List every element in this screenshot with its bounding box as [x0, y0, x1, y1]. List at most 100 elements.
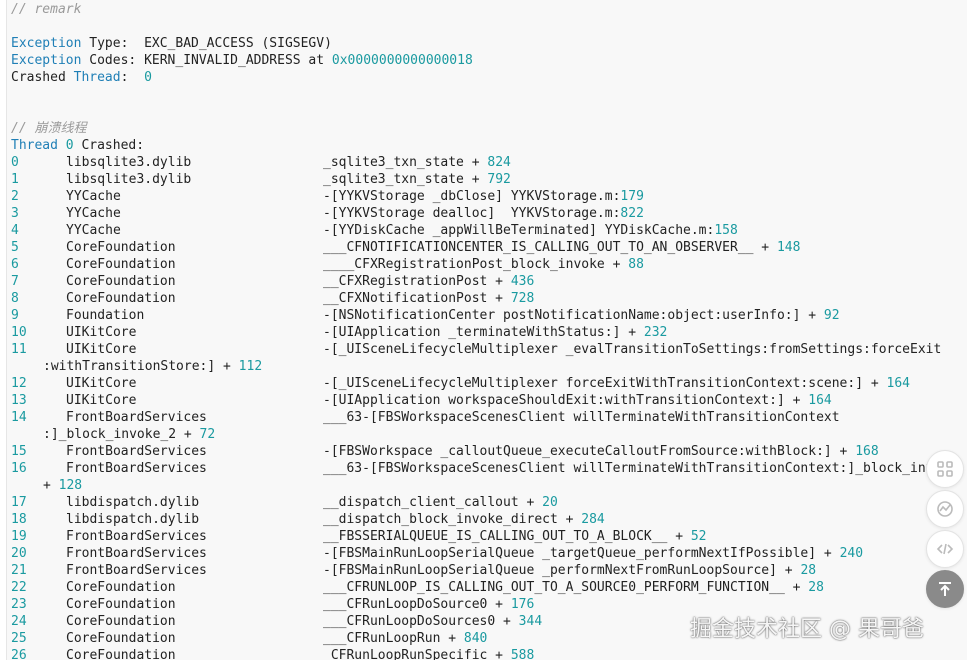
frame-offset: 840	[463, 631, 488, 646]
frame-symbol: -[FBSWorkspace _calloutQueue_executeCall…	[323, 443, 879, 460]
stack-frame-row: 19 FrontBoardServices __FBSSERIALQUEUE_IS_…	[7, 528, 967, 545]
frame-library: FrontBoardServices	[66, 529, 207, 544]
frame-library: libsqlite3.dylib	[66, 155, 192, 170]
frame-symbol-text: __CFXNotificationPost +	[323, 291, 511, 306]
frame-symbol: ___CFRunLoopDoSources0 + 344	[323, 613, 542, 630]
frame-index: 26	[11, 648, 27, 660]
frame-symbol: ___63-[FBSWorkspaceScenesClient willTerm…	[323, 460, 933, 477]
frame-index: 4	[11, 223, 19, 238]
frame-offset: 28	[808, 580, 824, 595]
frame-offset: 20	[542, 495, 558, 510]
frame-index: 7	[11, 274, 19, 289]
frame-library: CoreFoundation	[66, 631, 176, 646]
frame-offset: 822	[620, 206, 644, 221]
frame-symbol-text: -[FBSMainRunLoopSerialQueue _targetQueue…	[323, 546, 840, 561]
frame-index: 6	[11, 257, 19, 272]
stack-frame-row: 9 Foundation -[NSNotificationCenter postNo…	[7, 307, 967, 324]
frame-library: CoreFoundation	[66, 580, 176, 595]
frame-index: 16	[11, 461, 27, 476]
frame-offset: 28	[800, 563, 817, 578]
frame-index: 13	[11, 393, 27, 408]
stack-frame-row: 0 libsqlite3.dylib _sqlite3_txn_state + 82…	[7, 154, 967, 171]
frame-symbol-text: -[YYKVStorage dealloc] YYKVStorage.m:	[323, 206, 621, 221]
frame-symbol: ___CFRUNLOOP_IS_CALLING_OUT_TO_A_SOURCE0…	[323, 579, 824, 596]
frame-library: FrontBoardServices	[66, 461, 207, 476]
frame-symbol-continuation: :withTransitionStore:] +	[43, 359, 239, 374]
frame-symbol-text: -[YYKVStorage _dbClose] YYKVStorage.m:	[323, 189, 621, 204]
frame-library: FrontBoardServices	[66, 546, 207, 561]
frame-offset: 824	[487, 155, 511, 170]
frame-index: 3	[11, 206, 19, 221]
frame-index: 10	[11, 325, 27, 340]
stack-frame-row: 18 libdispatch.dylib __dispatch_block_invo…	[7, 511, 967, 528]
frame-library: FrontBoardServices	[66, 410, 207, 425]
frame-library: YYCache	[66, 223, 121, 238]
back-to-top-button[interactable]	[926, 570, 964, 608]
frame-symbol-text: __dispatch_block_invoke_direct +	[323, 512, 582, 527]
stack-frame-row: 1 libsqlite3.dylib _sqlite3_txn_state + 79…	[7, 171, 967, 188]
frame-index: 21	[11, 563, 27, 578]
frame-symbol-text: _CFRunLoopRunSpecific +	[323, 648, 511, 660]
frame-offset: 168	[855, 444, 879, 459]
frame-symbol-text: _sqlite3_txn_state +	[323, 155, 488, 170]
thread-header: Thread 0 Crashed:	[11, 138, 145, 153]
frame-symbol: __dispatch_client_callout + 20	[323, 494, 558, 511]
frame-library: libdispatch.dylib	[66, 495, 200, 510]
frame-symbol: __CFXRegistrationPost + 436	[323, 273, 534, 290]
frame-index: 2	[11, 189, 19, 204]
stack-frame-row: 2 YYCache -[YYKVStorage _dbClose] YYKVStor…	[7, 188, 967, 205]
stack-frame-row: 22 CoreFoundation ___CFRUNLOOP_IS_CALLING_…	[7, 579, 967, 596]
exception-type-line: Exception Type: EXC_BAD_ACCESS (SIGSEGV)	[11, 36, 332, 51]
frame-symbol-text: ___CFNOTIFICATIONCENTER_IS_CALLING_OUT_T…	[323, 240, 777, 255]
frame-symbol: ___CFRunLoopDoSource0 + 176	[323, 596, 534, 613]
crashed-thread-line: Crashed Thread: 0	[11, 70, 152, 85]
frame-index: 1	[11, 172, 19, 187]
frame-offset: 72	[199, 427, 216, 442]
frame-offset: 588	[510, 648, 535, 660]
ai-chart-button[interactable]	[926, 490, 964, 528]
frame-symbol-text: -[UIApplication workspaceShouldExit:with…	[323, 393, 809, 408]
stack-frame-continuation: :withTransitionStore:] + 112	[7, 358, 967, 375]
frame-symbol-text: -[NSNotificationCenter postNotificationN…	[323, 308, 824, 323]
frame-symbol-text: -[_UISceneLifecycleMultiplexer _evalTran…	[323, 342, 942, 357]
frame-symbol: __CFXNotificationPost + 728	[323, 290, 534, 307]
frame-offset: 284	[581, 512, 605, 527]
frame-symbol: _CFRunLoopRunSpecific + 588	[323, 647, 534, 660]
frame-index: 18	[11, 512, 27, 527]
frame-offset: 88	[628, 257, 644, 272]
stack-frame-row: 16 FrontBoardServices ___63-[FBSWorkspaceS…	[7, 460, 967, 477]
frame-index: 8	[11, 291, 19, 306]
frame-symbol: ___CFRunLoopRun + 840	[323, 630, 487, 647]
frame-symbol-text: ___CFRunLoopRun +	[323, 631, 464, 646]
frame-symbol: ___CFNOTIFICATIONCENTER_IS_CALLING_OUT_T…	[323, 239, 800, 256]
frame-symbol: ___63-[FBSWorkspaceScenesClient willTerm…	[323, 409, 840, 426]
stack-frame-row: 12 UIKitCore -[_UISceneLifecycleMultiplexe…	[7, 375, 967, 392]
frame-offset: 232	[643, 325, 668, 340]
frame-symbol-continuation: +	[43, 478, 59, 493]
grid-apps-button[interactable]	[926, 450, 964, 488]
stack-frame-row: 21 FrontBoardServices -[FBSMainRunLoopSeri…	[7, 562, 967, 579]
frame-index: 12	[11, 376, 27, 391]
frame-library: YYCache	[66, 189, 121, 204]
frame-symbol: -[_UISceneLifecycleMultiplexer _evalTran…	[323, 341, 941, 358]
frame-symbol-text: ___63-[FBSWorkspaceScenesClient willTerm…	[323, 410, 840, 425]
exception-codes-line: Exception Codes: KERN_INVALID_ADDRESS at…	[11, 53, 473, 68]
frame-symbol-text: _sqlite3_txn_state +	[323, 172, 488, 187]
stack-frame-row: 26 CoreFoundation _CFRunLoopRunSpecific + …	[7, 647, 967, 660]
frame-library: UIKitCore	[66, 325, 137, 340]
frame-index: 25	[11, 631, 27, 646]
frame-library: Foundation	[66, 308, 145, 323]
frame-symbol: -[YYDiskCache _appWillBeTerminated] YYDi…	[323, 222, 738, 239]
stack-frame-continuation: :]_block_invoke_2 + 72	[7, 426, 967, 443]
frame-index: 11	[11, 342, 27, 357]
frame-symbol-text: __dispatch_client_callout +	[323, 495, 543, 510]
stack-frame-row: 6 CoreFoundation ____CFXRegistrationPost_b…	[7, 256, 967, 273]
code-view-button[interactable]	[926, 530, 964, 568]
frame-symbol-text: __FBSSERIALQUEUE_IS_CALLING_OUT_TO_A_BLO…	[323, 529, 691, 544]
frame-offset: 52	[690, 529, 707, 544]
code-icon	[936, 543, 954, 555]
frame-offset: 728	[510, 291, 535, 306]
frame-index: 17	[11, 495, 27, 510]
watermark: 掘金技术社区 @ 果哥爸	[690, 617, 924, 642]
frame-symbol: -[FBSMainRunLoopSerialQueue _targetQueue…	[323, 545, 863, 562]
